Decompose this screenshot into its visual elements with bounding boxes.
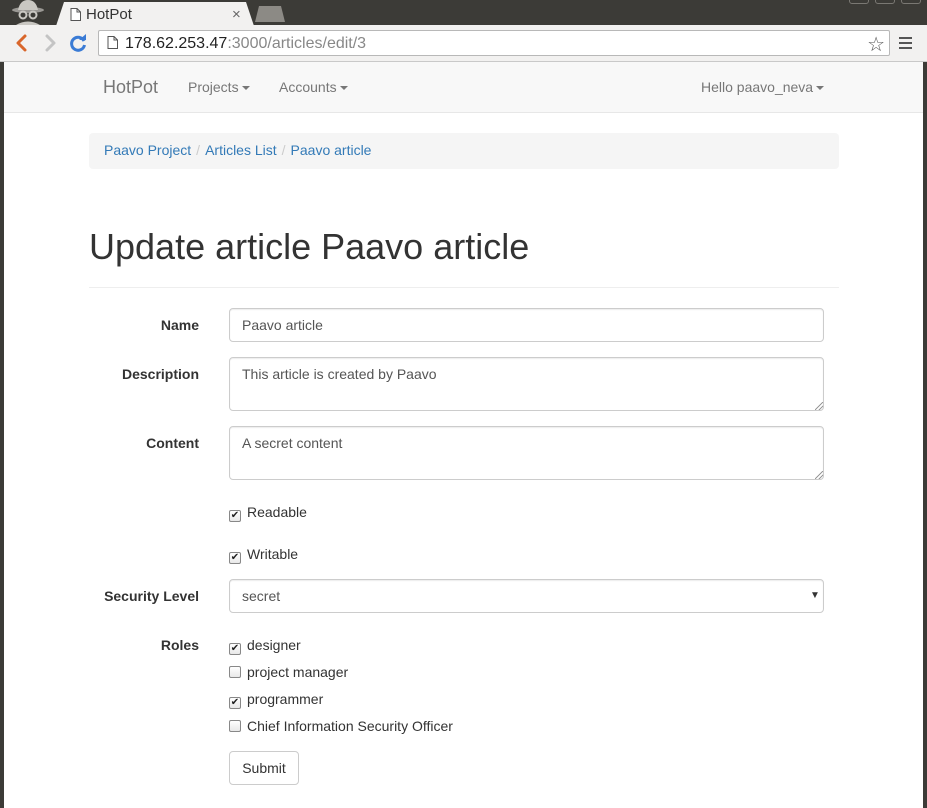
description-textarea[interactable]: This article is created by Paavo bbox=[229, 357, 824, 411]
name-label: Name bbox=[160, 317, 199, 333]
writable-label: Writable bbox=[247, 546, 299, 562]
role-ciso-checkbox[interactable] bbox=[229, 720, 241, 732]
content-label: Content bbox=[146, 435, 199, 451]
nav-user-label: Hello paavo_neva bbox=[701, 79, 814, 95]
writable-checkbox[interactable]: ✔ bbox=[229, 552, 241, 564]
url-host: 178.62.253.47 bbox=[125, 35, 228, 52]
navbar-brand[interactable]: HotPot bbox=[103, 77, 158, 98]
readable-checkbox-row[interactable]: ✔ Readable bbox=[229, 504, 307, 522]
tab-hotpot[interactable]: HotPot × bbox=[56, 2, 254, 26]
title-divider bbox=[89, 287, 839, 288]
minimize-button[interactable] bbox=[849, 0, 869, 4]
writable-checkbox-row[interactable]: ✔ Writable bbox=[229, 546, 298, 564]
submit-button[interactable]: Submit bbox=[229, 751, 299, 785]
top-navbar: HotPot Projects Accounts Hello paavo_nev… bbox=[4, 62, 923, 113]
url-text: 178.62.253.47:3000/articles/edit/3 bbox=[125, 35, 366, 53]
caret-down-icon bbox=[816, 86, 825, 91]
description-label: Description bbox=[121, 366, 199, 382]
role-label: programmer bbox=[247, 691, 324, 707]
roles-label: Roles bbox=[160, 637, 199, 653]
role-designer-checkbox[interactable]: ✔ bbox=[229, 643, 241, 655]
breadcrumb-list-link[interactable]: Articles List bbox=[205, 142, 277, 158]
nav-projects-label: Projects bbox=[188, 79, 239, 95]
address-bar[interactable]: 178.62.253.47:3000/articles/edit/3 ☆ bbox=[98, 30, 890, 56]
breadcrumb-project-link[interactable]: Paavo Project bbox=[104, 142, 191, 158]
maximize-button[interactable] bbox=[875, 0, 895, 4]
security-level-select[interactable]: secret bbox=[229, 579, 824, 613]
resize-grip-icon[interactable] bbox=[815, 471, 823, 479]
page-icon bbox=[107, 36, 118, 49]
role-checkbox-row[interactable]: ✔ programmer bbox=[229, 691, 323, 709]
resize-grip-icon[interactable] bbox=[815, 402, 823, 410]
page-title: Update article Paavo article bbox=[89, 226, 530, 267]
browser-toolbar: 178.62.253.47:3000/articles/edit/3 ☆ bbox=[0, 25, 927, 62]
readable-checkbox[interactable]: ✔ bbox=[229, 510, 241, 522]
breadcrumb-separator: / bbox=[281, 142, 286, 158]
tab-title: HotPot bbox=[86, 6, 132, 23]
browser-tabstrip: HotPot × bbox=[0, 0, 927, 26]
page-viewport: HotPot Projects Accounts Hello paavo_nev… bbox=[4, 62, 923, 808]
close-window-button[interactable] bbox=[901, 0, 921, 4]
nav-user-dropdown[interactable]: Hello paavo_neva bbox=[701, 79, 825, 95]
role-checkbox-row[interactable]: project manager bbox=[229, 664, 348, 680]
caret-down-icon bbox=[241, 86, 250, 91]
forward-icon[interactable] bbox=[40, 33, 60, 53]
breadcrumb: Paavo Project / Articles List / Paavo articl… bbox=[89, 133, 839, 169]
readable-label: Readable bbox=[247, 504, 307, 520]
url-path: :3000/articles/edit/3 bbox=[227, 35, 367, 52]
page-icon bbox=[70, 8, 81, 21]
breadcrumb-current-link[interactable]: Paavo article bbox=[291, 142, 372, 158]
reload-icon[interactable] bbox=[68, 33, 88, 53]
role-label: project manager bbox=[247, 664, 349, 680]
role-programmer-checkbox[interactable]: ✔ bbox=[229, 697, 241, 709]
role-checkbox-row[interactable]: ✔ designer bbox=[229, 637, 301, 655]
nav-accounts-label: Accounts bbox=[279, 79, 337, 95]
select-caret-icon: ▼ bbox=[810, 590, 820, 601]
breadcrumb-separator: / bbox=[196, 142, 201, 158]
nav-accounts-dropdown[interactable]: Accounts bbox=[279, 79, 348, 95]
content-textarea[interactable]: A secret content bbox=[229, 426, 824, 480]
role-project-manager-checkbox[interactable] bbox=[229, 666, 241, 678]
role-checkbox-row[interactable]: Chief Information Security Officer bbox=[229, 718, 453, 734]
security-level-label: Security Level bbox=[104, 588, 199, 604]
caret-down-icon bbox=[339, 86, 348, 91]
role-label: designer bbox=[247, 637, 301, 653]
name-input[interactable] bbox=[229, 308, 824, 342]
incognito-icon bbox=[12, 0, 44, 25]
back-icon[interactable] bbox=[12, 33, 32, 53]
tab-close-icon[interactable]: × bbox=[232, 6, 241, 23]
role-label: Chief Information Security Officer bbox=[247, 718, 453, 734]
security-level-value: secret bbox=[242, 588, 281, 604]
bookmark-star-icon[interactable]: ☆ bbox=[867, 32, 885, 57]
nav-projects-dropdown[interactable]: Projects bbox=[188, 79, 250, 95]
browser-menu-icon[interactable] bbox=[899, 37, 912, 52]
new-tab-button[interactable] bbox=[255, 6, 285, 22]
